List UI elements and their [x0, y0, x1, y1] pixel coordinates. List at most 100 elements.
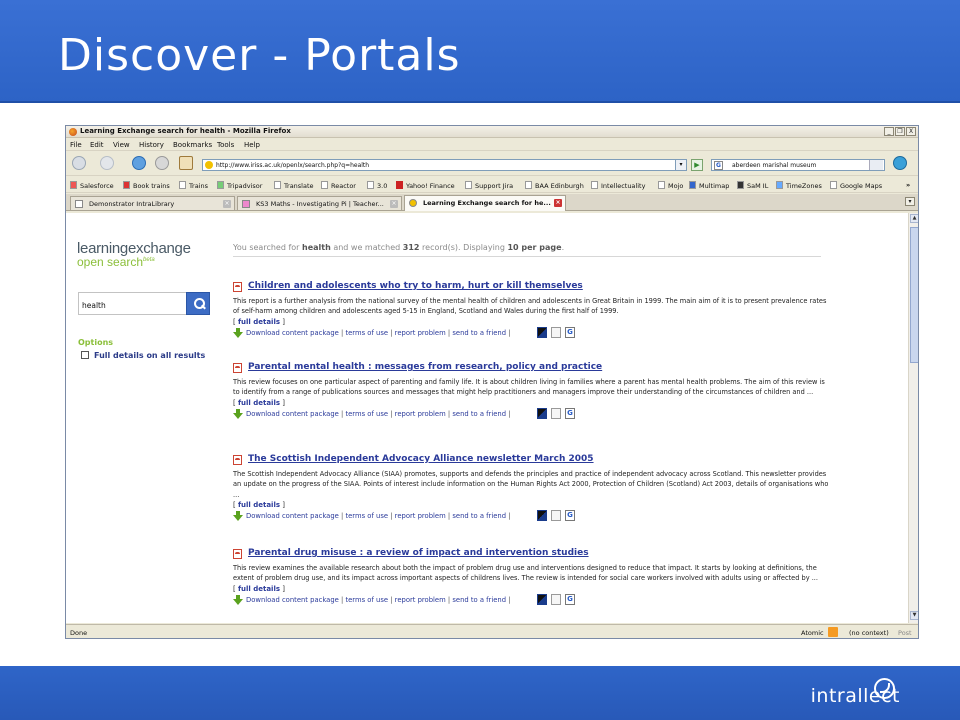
google-icon[interactable]: G	[565, 593, 575, 605]
forward-icon[interactable]	[100, 156, 114, 170]
learning-exchange-logo[interactable]: learningexchange open searchbeta	[77, 240, 191, 269]
full-details-link[interactable]: full details	[238, 501, 280, 509]
bookmark-support-jira[interactable]: Support Jira	[465, 181, 513, 190]
send-to-friend-link[interactable]: send to a friend	[452, 596, 506, 604]
download-package-link[interactable]: Download content package	[246, 410, 339, 418]
tab-list-icon[interactable]: ▾	[905, 197, 915, 206]
bookmark-3-0[interactable]: 3.0	[367, 181, 387, 190]
download-icon[interactable]	[233, 408, 243, 419]
bookmark-yahoo-finance[interactable]: Yahoo! Finance	[396, 181, 455, 190]
search-input[interactable]: health	[78, 292, 188, 315]
google-icon[interactable]: G	[565, 326, 575, 338]
download-icon[interactable]	[233, 327, 243, 338]
browser-search-input[interactable]: G aberdeen marishal museum	[711, 159, 885, 171]
full-details-checkbox[interactable]	[81, 351, 89, 359]
close-button[interactable]: X	[906, 127, 916, 136]
close-tab-icon[interactable]: ×	[223, 200, 231, 208]
close-tab-icon[interactable]: ×	[554, 199, 562, 207]
menu-edit[interactable]: Edit	[90, 141, 104, 149]
stop-icon[interactable]	[155, 156, 169, 170]
bookmark-mojo[interactable]: Mojo	[658, 181, 683, 190]
vertical-scrollbar[interactable]: ▲ ▼	[908, 213, 918, 623]
scroll-up-icon[interactable]: ▲	[910, 214, 918, 223]
restore-button[interactable]: ❐	[895, 127, 905, 136]
full-details-option[interactable]: Full details on all results	[81, 351, 205, 360]
minimize-button[interactable]: _	[884, 127, 894, 136]
search-button[interactable]	[186, 292, 210, 315]
send-to-friend-link[interactable]: send to a friend	[452, 410, 506, 418]
result-title-link[interactable]: Children and adolescents who try to harm…	[248, 281, 583, 291]
download-icon[interactable]	[233, 511, 243, 522]
tab-demonstrator[interactable]: Demonstrator IntraLibrary ×	[70, 196, 235, 210]
menu-bookmarks[interactable]: Bookmarks	[173, 141, 212, 149]
result-item: Parental drug misuse : a review of impac…	[233, 548, 833, 606]
bookmark-multimap[interactable]: Multimap	[689, 181, 729, 190]
google-icon[interactable]: G	[714, 161, 723, 170]
bookmark-timezones[interactable]: TimeZones	[776, 181, 822, 190]
scrollbar-thumb[interactable]	[910, 227, 918, 363]
bookmark-icon[interactable]	[551, 326, 561, 338]
address-bar[interactable]: http://www.iriss.ac.uk/openlx/search.php…	[202, 159, 687, 171]
download-package-link[interactable]: Download content package	[246, 329, 339, 337]
bookmark-translate[interactable]: Translate	[274, 181, 314, 190]
url-dropdown-icon[interactable]: ▾	[675, 159, 687, 171]
full-details-link[interactable]: full details	[238, 399, 280, 407]
result-title-link[interactable]: Parental mental health : messages from r…	[248, 362, 602, 372]
terms-of-use-link[interactable]: terms of use	[345, 329, 388, 337]
download-package-link[interactable]: Download content package	[246, 512, 339, 520]
report-problem-link[interactable]: report problem	[395, 512, 446, 520]
menu-file[interactable]: File	[70, 141, 82, 149]
share-icon[interactable]	[537, 593, 547, 605]
close-tab-icon[interactable]: ×	[390, 200, 398, 208]
reload-icon[interactable]	[132, 156, 146, 170]
google-icon[interactable]: G	[565, 407, 575, 419]
google-icon[interactable]: G	[565, 510, 575, 522]
bookmark-icon[interactable]	[551, 510, 561, 522]
share-icon[interactable]	[537, 510, 547, 522]
search-icon[interactable]	[869, 160, 883, 170]
scroll-down-icon[interactable]: ▼	[910, 611, 918, 620]
menu-help[interactable]: Help	[244, 141, 260, 149]
share-icon[interactable]	[537, 407, 547, 419]
back-icon[interactable]	[72, 156, 86, 170]
bookmark-book-trains[interactable]: Book trains	[123, 181, 170, 190]
send-to-friend-link[interactable]: send to a friend	[452, 512, 506, 520]
report-problem-link[interactable]: report problem	[395, 410, 446, 418]
bookmarks-overflow-icon[interactable]: »	[906, 181, 910, 189]
home-icon[interactable]	[179, 156, 193, 170]
status-post[interactable]: Post	[898, 629, 912, 637]
rss-feed-icon[interactable]	[828, 627, 838, 637]
bookmark-google-maps[interactable]: Google Maps	[830, 181, 882, 190]
addon-icon[interactable]	[893, 156, 907, 170]
full-details-link[interactable]: full details	[238, 585, 280, 593]
report-problem-link[interactable]: report problem	[395, 596, 446, 604]
tab-learning-exchange[interactable]: Learning Exchange search for he... ×	[404, 195, 566, 211]
bookmark-baa-edinburgh[interactable]: BAA Edinburgh	[525, 181, 584, 190]
terms-of-use-link[interactable]: terms of use	[345, 410, 388, 418]
bookmark-icon[interactable]	[551, 407, 561, 419]
bookmark-sam-il[interactable]: SaM IL	[737, 181, 768, 190]
status-atomic[interactable]: Atomic	[801, 629, 824, 637]
result-title-link[interactable]: The Scottish Independent Advocacy Allian…	[248, 454, 594, 464]
full-details-link[interactable]: full details	[238, 318, 280, 326]
result-title-link[interactable]: Parental drug misuse : a review of impac…	[248, 548, 589, 558]
share-icon[interactable]	[537, 326, 547, 338]
terms-of-use-link[interactable]: terms of use	[345, 596, 388, 604]
menu-tools[interactable]: Tools	[217, 141, 234, 149]
report-problem-link[interactable]: report problem	[395, 329, 446, 337]
menu-view[interactable]: View	[113, 141, 130, 149]
bookmark-trains[interactable]: Trains	[179, 181, 208, 190]
download-icon[interactable]	[233, 594, 243, 605]
tab-ks3-maths[interactable]: KS3 Maths - Investigating Pi | Teacher..…	[237, 196, 402, 210]
download-package-link[interactable]: Download content package	[246, 596, 339, 604]
tab-label: Learning Exchange search for he...	[423, 199, 551, 207]
bookmark-reactor[interactable]: Reactor	[321, 181, 356, 190]
bookmark-intellectuality[interactable]: Intellectuality	[591, 181, 645, 190]
go-button[interactable]: ▶	[691, 159, 703, 171]
menu-history[interactable]: History	[139, 141, 164, 149]
bookmark-salesforce[interactable]: Salesforce	[70, 181, 114, 190]
bookmark-icon[interactable]	[551, 593, 561, 605]
terms-of-use-link[interactable]: terms of use	[345, 512, 388, 520]
send-to-friend-link[interactable]: send to a friend	[452, 329, 506, 337]
bookmark-tripadvisor[interactable]: Tripadvisor	[217, 181, 262, 190]
